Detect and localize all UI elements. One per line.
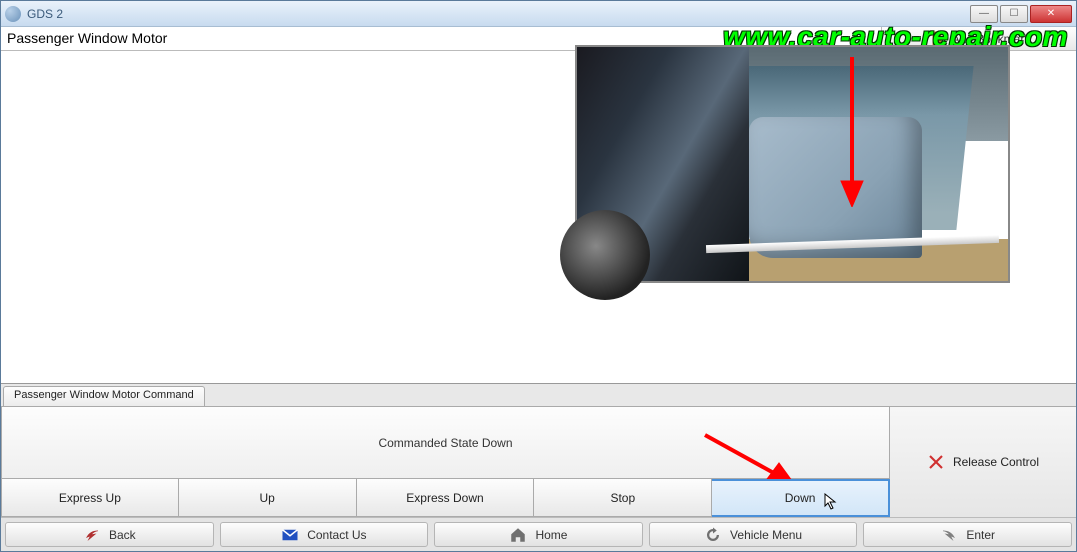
app-window: GDS 2 — ☐ ✕ www.car-auto-repair.com Pass…: [0, 0, 1077, 552]
stop-button[interactable]: Stop: [534, 479, 712, 517]
express-down-button[interactable]: Express Down: [357, 479, 535, 517]
up-label: Up: [260, 491, 275, 505]
express-down-label: Express Down: [406, 491, 483, 505]
up-button[interactable]: Up: [179, 479, 357, 517]
release-control-button[interactable]: Release Control: [890, 407, 1076, 517]
home-icon: [509, 526, 527, 544]
stop-label: Stop: [610, 491, 635, 505]
command-panel: Passenger Window Motor Command Commanded…: [1, 383, 1076, 517]
enter-arrow-icon: [940, 526, 958, 544]
release-control-label: Release Control: [953, 455, 1039, 469]
back-arrow-icon: [83, 526, 101, 544]
home-label: Home: [535, 528, 567, 542]
back-button[interactable]: Back: [5, 522, 214, 547]
tab-row: Passenger Window Motor Command: [1, 384, 1076, 406]
tab-command[interactable]: Passenger Window Motor Command: [3, 386, 205, 406]
vehicle-menu-label: Vehicle Menu: [730, 528, 802, 542]
command-grid: Commanded State Down Release Control Exp…: [1, 406, 1076, 517]
bookmark-label: Add Bookmark: [952, 32, 1031, 46]
close-button[interactable]: ✕: [1030, 5, 1072, 23]
content-area: www.car-auto-repair.com Passenger Window…: [1, 27, 1076, 551]
window-title: GDS 2: [27, 7, 63, 21]
enter-button[interactable]: Enter: [863, 522, 1072, 547]
down-label: Down: [785, 491, 816, 505]
refresh-icon: [704, 526, 722, 544]
minimize-button[interactable]: —: [970, 5, 998, 23]
enter-label: Enter: [966, 528, 995, 542]
back-label: Back: [109, 528, 136, 542]
release-x-icon: [927, 453, 945, 471]
express-up-button[interactable]: Express Up: [1, 479, 179, 517]
bottom-nav: Back Contact Us Home Vehicle Menu Enter: [1, 517, 1076, 551]
window-direction-arrow-icon: [837, 57, 867, 207]
home-button[interactable]: Home: [434, 522, 643, 547]
down-button[interactable]: Down: [712, 479, 890, 517]
vehicle-image: [575, 45, 1010, 283]
main-area: [1, 51, 1076, 383]
contact-label: Contact Us: [307, 528, 366, 542]
cursor-icon: [824, 493, 838, 511]
maximize-button[interactable]: ☐: [1000, 5, 1028, 23]
vehicle-menu-button[interactable]: Vehicle Menu: [649, 522, 858, 547]
express-up-label: Express Up: [59, 491, 121, 505]
titlebar[interactable]: GDS 2 — ☐ ✕: [1, 1, 1076, 27]
contact-us-button[interactable]: Contact Us: [220, 522, 429, 547]
envelope-icon: [281, 526, 299, 544]
app-icon: [5, 6, 21, 22]
